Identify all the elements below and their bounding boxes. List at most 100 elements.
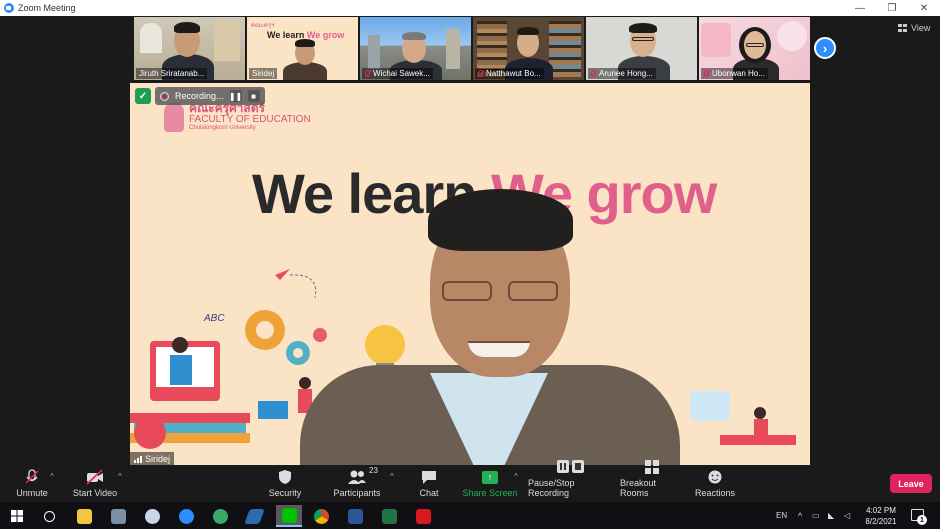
participant-tile[interactable]: Wichai Sawek... [360,17,471,80]
next-page-arrow-button[interactable]: › [814,37,836,59]
battery-icon[interactable]: ▭ [812,502,820,529]
chrome-icon[interactable] [310,505,332,527]
reactions-button[interactable]: Reactions [694,466,736,502]
recording-status: Recording... ❚❚ ■ [155,87,265,105]
participant-tile[interactable]: Natthawut Bo... [473,17,584,80]
speaker-name-label: Siridej [130,452,175,465]
clock-time: 4:02 PM [866,506,896,515]
share-options-caret[interactable]: ^ [514,472,518,481]
participants-label: Participants [333,488,381,498]
books-illustration-icon [130,413,250,449]
thumb-slide-title-a: We learn [267,30,305,40]
security-label: Security [268,488,302,498]
participant-tile[interactable]: Arunee Hong... [586,17,697,80]
language-indicator[interactable]: EN [776,502,787,529]
leave-button[interactable]: Leave [890,474,932,493]
share-screen-button[interactable]: ↑ Share Screen [462,466,518,502]
share-screen-label: Share Screen [462,488,518,498]
app-icon[interactable] [243,505,265,527]
participants-button[interactable]: 23 Participants [332,466,382,502]
security-button[interactable]: Security [266,466,304,502]
security-shield-icon: ✓ [135,88,151,104]
zoom-app-icon [4,3,14,13]
abc-illustration-text: ABC [203,313,225,324]
pause-stop-icon [556,459,586,475]
recording-indicator: ✓ Recording... ❚❚ ■ [135,87,265,105]
audio-options-caret[interactable]: ^ [50,472,54,481]
chat-label: Chat [419,488,439,498]
participant-name: Jiruth Sriratanab... [139,69,205,78]
participant-name: Arunee Hong... [599,69,653,78]
recording-label: Recording... [175,91,224,101]
line-app-icon[interactable] [276,505,302,527]
participant-tile[interactable]: Jiruth Sriratanab... [134,17,245,80]
title-bar: Zoom Meeting — ❐ ✕ [0,0,940,16]
word-icon[interactable] [344,505,366,527]
windows-start-icon[interactable] [6,505,28,527]
thumb-slide-title-b: We grow [306,30,345,40]
restore-button[interactable]: ❐ [876,0,908,16]
start-video-label: Start Video [72,488,118,498]
grid-view-icon [898,24,907,32]
calculator-icon[interactable] [107,505,129,527]
muted-mic-icon [478,70,483,77]
notification-count: 1 [917,515,927,525]
participant-tile[interactable]: คณะครุฯ We learn We grow Siridej [247,17,358,80]
participants-options-caret[interactable]: ^ [390,472,394,481]
meeting-toolbar: Unmute ^ Start Video ^ Security 23 Parti… [0,460,940,502]
participant-tile[interactable]: Ubonwan Ho... [699,17,810,80]
breakout-rooms-label: Breakout Rooms [620,478,657,498]
unmute-button[interactable]: Unmute [10,466,54,502]
close-button[interactable]: ✕ [908,0,940,16]
search-circle-icon[interactable] [38,505,60,527]
reactions-label: Reactions [694,488,736,498]
window-title: Zoom Meeting [18,3,76,13]
window-controls: — ❐ ✕ [844,0,940,16]
participant-name: Natthawut Bo... [486,69,541,78]
participant-name: Wichai Sawek... [373,69,430,78]
zoom-taskbar-icon[interactable] [175,505,197,527]
shield-icon [278,469,292,485]
unmute-label: Unmute [16,488,48,498]
chat-button[interactable]: Chat [412,466,446,502]
view-label: View [911,23,931,33]
system-clock[interactable]: 4:02 PM 8/2/2021 [858,505,904,527]
speaker-name: Siridej [145,453,171,464]
zoom-window: Zoom Meeting — ❐ ✕ Jiruth Sriratanab... … [0,0,940,529]
recording-icon [160,91,169,101]
participant-strip: Jiruth Sriratanab... คณะครุฯ We learn We… [134,17,810,81]
chat-bubble-icon [421,469,437,485]
paper-plane-illustration-icon [275,269,317,299]
view-button[interactable]: View [898,23,930,33]
muted-microphone-icon [24,469,40,485]
excel-icon[interactable] [378,505,400,527]
breakout-rooms-icon [644,459,660,475]
thumb-logo-text: คณะครุฯ [251,23,275,29]
muted-mic-icon [591,70,596,77]
pause-stop-recording-button[interactable]: Pause/Stop Recording [528,460,614,502]
pause-recording-button[interactable]: ❚❚ [229,90,242,102]
volume-icon[interactable]: ◁ [844,502,850,529]
participant-name: Siridej [252,69,275,78]
minimize-button[interactable]: — [844,0,876,16]
stop-recording-button[interactable]: ■ [247,90,260,102]
app-icon[interactable] [141,505,163,527]
wifi-icon[interactable]: ◣ [828,502,834,529]
file-explorer-icon[interactable] [73,505,95,527]
tray-chevron-icon[interactable]: ^ [798,502,802,529]
participants-count: 23 [369,466,378,475]
video-off-icon [86,469,104,485]
breakout-rooms-button[interactable]: Breakout Rooms [620,460,684,502]
video-options-caret[interactable]: ^ [118,472,122,481]
signal-bars-icon [134,455,142,463]
start-video-button[interactable]: Start Video [70,466,120,502]
clock-date: 8/2/2021 [865,517,897,526]
share-screen-icon: ↑ [482,469,498,485]
participants-icon: 23 [347,466,378,485]
teacher-illustration-icon [150,337,220,401]
smiley-icon [707,469,723,485]
pause-stop-label: Pause/Stop Recording [528,478,575,498]
globe-browser-icon[interactable] [209,505,231,527]
windows-taskbar: EN ^ ▭ ◣ ◁ 4:02 PM 8/2/2021 1 [0,502,940,529]
acrobat-icon[interactable] [412,505,434,527]
